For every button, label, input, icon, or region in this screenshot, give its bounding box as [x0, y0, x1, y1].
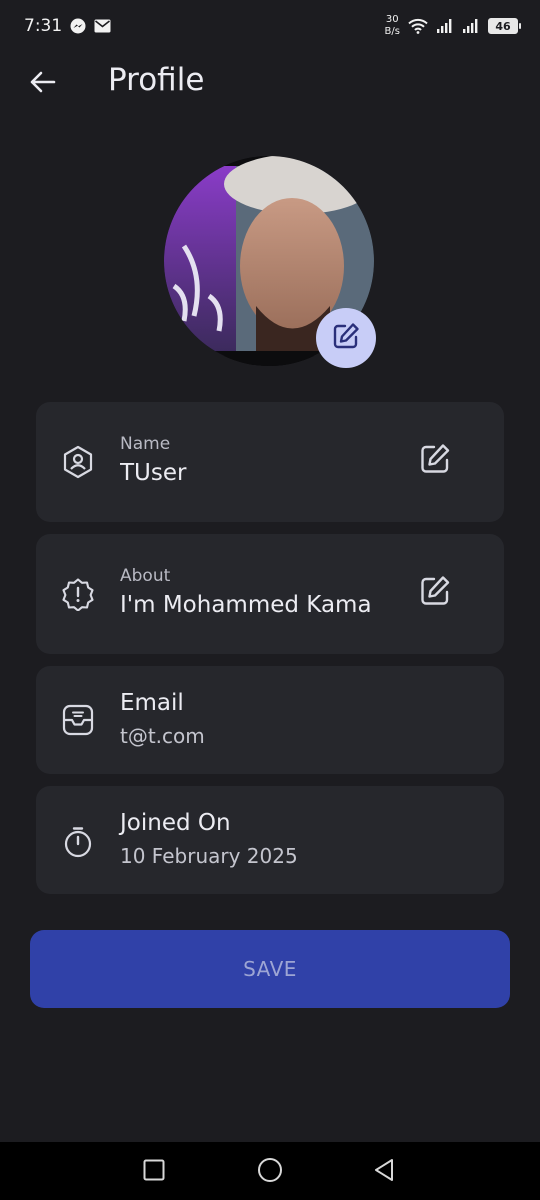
about-value: I'm Mohammed Kamal — [120, 592, 372, 618]
pencil-square-icon — [330, 320, 362, 356]
signal-icon — [436, 18, 454, 34]
home-circle-icon — [256, 1156, 284, 1188]
email-card: Email t@t.com — [36, 666, 504, 774]
name-label: Name — [120, 434, 171, 454]
signal-icon — [462, 18, 480, 34]
inbox-icon — [60, 702, 96, 738]
network-speed-unit: B/s — [384, 26, 400, 37]
name-card: Name TUser — [36, 402, 504, 522]
joined-card: Joined On 10 February 2025 — [36, 786, 504, 894]
name-edit-button[interactable] — [416, 442, 454, 480]
avatar-container — [164, 156, 376, 368]
network-speed: 30 B/s — [385, 14, 400, 38]
save-button[interactable]: SAVE — [30, 930, 510, 1008]
mail-icon — [94, 19, 111, 33]
name-text: Name TUser — [120, 434, 372, 486]
page-title: Profile — [108, 62, 205, 98]
joined-value: 10 February 2025 — [120, 844, 298, 868]
wifi-icon — [408, 18, 428, 34]
about-card: About I'm Mohammed Kamal — [36, 534, 504, 654]
app-header: Profile — [0, 52, 540, 114]
joined-label: Joined On — [120, 810, 231, 836]
email-value: t@t.com — [120, 724, 205, 748]
user-hexagon-icon — [60, 444, 96, 480]
back-arrow-icon — [28, 70, 56, 98]
joined-text: Joined On 10 February 2025 — [120, 810, 298, 868]
system-back-button[interactable] — [368, 1156, 400, 1188]
about-edit-button[interactable] — [416, 574, 454, 612]
email-text: Email t@t.com — [120, 690, 205, 748]
network-speed-value: 30 — [385, 14, 399, 25]
pencil-square-icon — [417, 441, 453, 481]
status-time: 7:31 — [24, 16, 63, 36]
status-left: 7:31 — [24, 16, 111, 36]
avatar-edit-button[interactable] — [316, 308, 376, 368]
status-right: 30 B/s 46 — [385, 14, 521, 38]
recents-button[interactable] — [138, 1156, 170, 1188]
about-label: About — [120, 566, 171, 586]
about-text: About I'm Mohammed Kamal — [120, 566, 372, 618]
email-label: Email — [120, 690, 184, 716]
home-button[interactable] — [254, 1156, 286, 1188]
status-bar: 7:31 30 B/s 46 — [0, 0, 540, 52]
battery-icon: 46 — [488, 18, 521, 34]
messenger-icon — [70, 18, 86, 34]
alert-badge-icon — [60, 576, 96, 612]
stopwatch-icon — [60, 824, 96, 860]
system-nav-bar — [0, 1142, 540, 1200]
back-button[interactable] — [22, 66, 62, 102]
back-triangle-icon — [371, 1157, 397, 1187]
pencil-square-icon — [417, 573, 453, 613]
recents-square-icon — [142, 1158, 166, 1186]
name-value: TUser — [120, 460, 187, 486]
